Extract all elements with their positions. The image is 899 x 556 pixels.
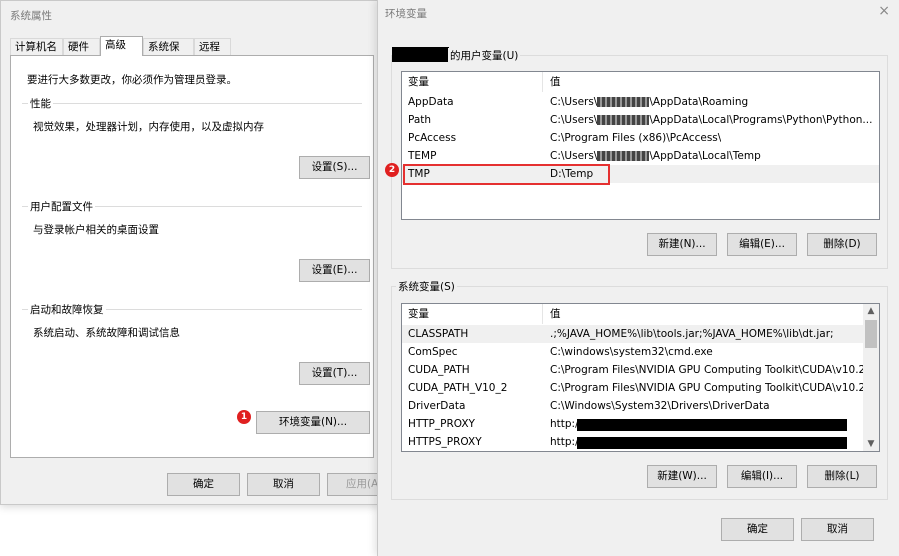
- cancel-button[interactable]: 取消: [247, 473, 320, 496]
- var-value: C:\Users\ \AppData\Local\Programs\Python\…: [550, 114, 873, 126]
- var-name: AppData: [408, 96, 454, 108]
- masked-username: [597, 115, 650, 125]
- ok-button[interactable]: 确定: [167, 473, 240, 496]
- tab-system-protection[interactable]: 系统保护: [143, 38, 194, 70]
- sys-var-row-cuda-path-v10-2[interactable]: CUDA_PATH_V10_2 C:\Program Files\NVIDIA …: [402, 379, 865, 397]
- close-icon[interactable]: ×: [878, 3, 890, 19]
- user-profile-group: 用户配置文件 与登录帐户相关的桌面设置 设置(E)...: [22, 199, 370, 307]
- var-name: HTTPS_PROXY: [408, 436, 482, 448]
- startup-recovery-group: 启动和故障恢复 系统启动、系统故障和调试信息 设置(T)...: [22, 302, 370, 410]
- tab-hardware[interactable]: 硬件: [63, 38, 100, 55]
- var-name: HTTP_PROXY: [408, 418, 475, 430]
- tab-computer-name[interactable]: 计算机名: [10, 38, 63, 55]
- var-value: C:\Program Files (x86)\PcAccess\: [550, 132, 722, 144]
- user-variables-list: 变量 值 AppData C:\Users\ \AppData\Roaming P…: [401, 71, 880, 220]
- advanced-tab-panel: 要进行大多数更改，你必须作为管理员登录。 性能 视觉效果，处理器计划，内存使用，…: [10, 55, 374, 458]
- user-profile-desc: 与登录帐户相关的桌面设置: [33, 224, 159, 236]
- system-properties-footer: 确定 取消 应用(A): [1, 461, 387, 505]
- redacted-proxy: [577, 419, 847, 431]
- badge-2: 2: [385, 163, 399, 177]
- redacted-proxy: [577, 437, 847, 449]
- user-var-row-appdata[interactable]: AppData C:\Users\ \AppData\Roaming: [402, 93, 879, 111]
- user-var-row-path[interactable]: Path C:\Users\ \AppData\Local\Programs\Py…: [402, 111, 879, 129]
- column-value: 值: [542, 72, 561, 92]
- startup-recovery-legend: 启动和故障恢复: [28, 302, 106, 317]
- tab-remote[interactable]: 远程: [194, 38, 231, 55]
- sys-var-row-http-proxy[interactable]: HTTP_PROXY http:/: [402, 415, 865, 433]
- tab-advanced[interactable]: 高级: [100, 36, 143, 56]
- var-value: C:\Program Files\NVIDIA GPU Computing To…: [550, 364, 866, 376]
- user-profile-settings-button[interactable]: 设置(E)...: [299, 259, 370, 282]
- startup-recovery-settings-button[interactable]: 设置(T)...: [299, 362, 370, 385]
- highlight-box: [403, 164, 610, 185]
- var-name: DriverData: [408, 400, 466, 412]
- column-variable: 变量: [408, 76, 429, 88]
- vertical-scrollbar[interactable]: ▲ ▼: [863, 304, 879, 451]
- var-value: C:\windows\system32\cmd.exe: [550, 346, 713, 358]
- env-window-title: 环境变量: [385, 8, 427, 20]
- admin-notice: 要进行大多数更改，你必须作为管理员登录。: [27, 74, 237, 86]
- sys-var-row-driverdata[interactable]: DriverData C:\Windows\System32\Drivers\D…: [402, 397, 865, 415]
- masked-username: [597, 151, 650, 161]
- var-value: http:/: [550, 418, 579, 430]
- var-value: .;%JAVA_HOME%\lib\tools.jar;%JAVA_HOME%\…: [550, 328, 834, 340]
- performance-settings-button[interactable]: 设置(S)...: [299, 156, 370, 179]
- scrollbar-thumb[interactable]: [865, 320, 877, 348]
- list-header: 变量 值: [402, 72, 879, 92]
- system-delete-button[interactable]: 删除(L): [807, 465, 877, 488]
- chevron-up-icon[interactable]: ▲: [863, 306, 879, 316]
- user-new-button[interactable]: 新建(N)...: [647, 233, 717, 256]
- var-name: CLASSPATH: [408, 328, 469, 340]
- user-variables-legend: 的用户变量(U): [448, 48, 521, 63]
- environment-variables-button[interactable]: 环境变量(N)...: [256, 411, 370, 434]
- column-variable: 变量: [408, 308, 429, 320]
- var-value: C:\Users\ \AppData\Local\Temp: [550, 150, 761, 162]
- env-cancel-button[interactable]: 取消: [801, 518, 874, 541]
- user-var-row-temp[interactable]: TEMP C:\Users\ \AppData\Local\Temp: [402, 147, 879, 165]
- var-name: CUDA_PATH: [408, 364, 470, 376]
- sys-var-row-https-proxy[interactable]: HTTPS_PROXY http:/: [402, 433, 865, 451]
- system-variables-section: 系统变量(S) 变量 值 CLASSPATH .;%JAVA_HOME%\lib…: [391, 279, 888, 500]
- system-variables-legend: 系统变量(S): [396, 279, 457, 294]
- system-properties-window: 系统属性 计算机名 硬件 高级 系统保护 远程 要进行大多数更改，你必须作为管理…: [0, 0, 387, 505]
- badge-1: 1: [237, 410, 251, 424]
- system-new-button[interactable]: 新建(W)...: [647, 465, 717, 488]
- user-profile-legend: 用户配置文件: [28, 199, 95, 214]
- var-name: PcAccess: [408, 132, 457, 144]
- startup-recovery-desc: 系统启动、系统故障和调试信息: [33, 327, 180, 339]
- user-variables-section: 的用户变量(U) 变量 值 AppData C:\Users\ \AppData\…: [385, 47, 888, 269]
- var-name: Path: [408, 114, 432, 126]
- performance-legend: 性能: [28, 96, 53, 111]
- redacted-username: [392, 47, 449, 62]
- sys-var-row-comspec[interactable]: ComSpec C:\windows\system32\cmd.exe: [402, 343, 865, 361]
- sys-var-row-classpath[interactable]: CLASSPATH .;%JAVA_HOME%\lib\tools.jar;%J…: [402, 325, 865, 343]
- chevron-down-icon[interactable]: ▼: [863, 439, 879, 449]
- system-variables-list: 变量 值 CLASSPATH .;%JAVA_HOME%\lib\tools.j…: [401, 303, 880, 452]
- sys-var-row-cuda-path[interactable]: CUDA_PATH C:\Program Files\NVIDIA GPU Co…: [402, 361, 865, 379]
- var-name: TEMP: [408, 150, 437, 162]
- var-value: http:/: [550, 436, 579, 448]
- user-delete-button[interactable]: 删除(D): [807, 233, 877, 256]
- window-title: 系统属性: [10, 10, 52, 22]
- var-name: CUDA_PATH_V10_2: [408, 382, 508, 394]
- column-value: 值: [542, 304, 561, 324]
- var-name: ComSpec: [408, 346, 458, 358]
- environment-variables-window: 环境变量 × 的用户变量(U) 变量 值 AppData C:\Users\ \A…: [377, 0, 899, 556]
- list-header: 变量 值: [402, 304, 879, 324]
- user-var-row-pcaccess[interactable]: PcAccess C:\Program Files (x86)\PcAccess…: [402, 129, 879, 147]
- performance-desc: 视觉效果，处理器计划，内存使用，以及虚拟内存: [33, 121, 264, 133]
- user-edit-button[interactable]: 编辑(E)...: [727, 233, 797, 256]
- var-value: C:\Program Files\NVIDIA GPU Computing To…: [550, 382, 866, 394]
- env-ok-button[interactable]: 确定: [721, 518, 794, 541]
- var-value: C:\Windows\System32\Drivers\DriverData: [550, 400, 770, 412]
- performance-group: 性能 视觉效果，处理器计划，内存使用，以及虚拟内存 设置(S)...: [22, 96, 370, 204]
- var-value: C:\Users\ \AppData\Roaming: [550, 96, 749, 108]
- masked-username: [597, 97, 650, 107]
- system-edit-button[interactable]: 编辑(I)...: [727, 465, 797, 488]
